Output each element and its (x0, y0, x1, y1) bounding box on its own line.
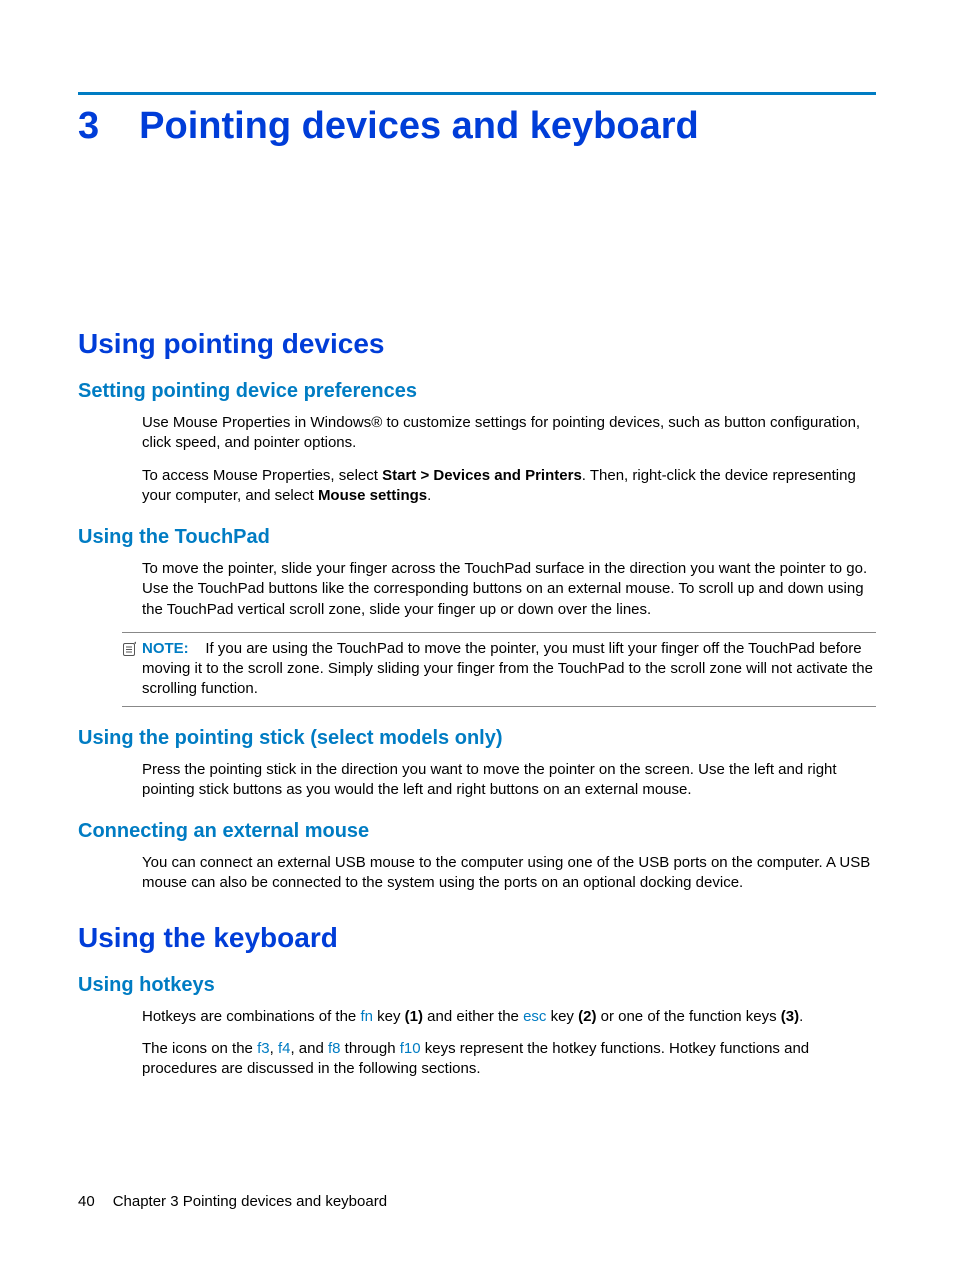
text: The icons on the (142, 1040, 257, 1057)
page-footer: 40 Chapter 3 Pointing devices and keyboar… (78, 1193, 387, 1210)
subsection-pointing-stick: Using the pointing stick (select models … (78, 727, 876, 750)
footer-text: Chapter 3 Pointing devices and keyboard (113, 1193, 387, 1210)
note-label: NOTE: (142, 640, 189, 657)
text: . (427, 487, 431, 504)
page-number: 40 (78, 1193, 95, 1210)
marker-3: (3) (781, 1008, 799, 1025)
subsection-external-mouse: Connecting an external mouse (78, 820, 876, 843)
text: , (270, 1040, 278, 1057)
paragraph: To move the pointer, slide your finger a… (142, 559, 876, 620)
subsection-setting-preferences: Setting pointing device preferences (78, 380, 876, 403)
text: If you are using the TouchPad to move th… (142, 640, 873, 698)
marker-2: (2) (578, 1008, 596, 1025)
chapter-title: Pointing devices and keyboard (139, 105, 699, 148)
key-esc: esc (523, 1008, 546, 1025)
section-using-pointing-devices: Using pointing devices (78, 328, 876, 360)
key-f3: f3 (257, 1040, 270, 1057)
paragraph: The icons on the f3, f4, and f8 through … (142, 1039, 876, 1080)
subsection-using-hotkeys: Using hotkeys (78, 974, 876, 997)
text: To access Mouse Properties, select (142, 467, 382, 484)
paragraph: You can connect an external USB mouse to… (142, 853, 876, 894)
note-text: NOTE: If you are using the TouchPad to m… (142, 639, 876, 700)
key-f8: f8 (328, 1040, 341, 1057)
text: or one of the function keys (596, 1008, 780, 1025)
key-fn: fn (360, 1008, 373, 1025)
bold-text: Start > Devices and Printers (382, 467, 582, 484)
paragraph: Hotkeys are combinations of the fn key (… (142, 1007, 876, 1027)
note-icon (122, 641, 138, 657)
text: and either the (423, 1008, 523, 1025)
text: Hotkeys are combinations of the (142, 1008, 360, 1025)
bold-text: Mouse settings (318, 487, 427, 504)
text: key (546, 1008, 578, 1025)
paragraph: To access Mouse Properties, select Start… (142, 466, 876, 507)
text: , and (290, 1040, 328, 1057)
paragraph: Press the pointing stick in the directio… (142, 760, 876, 801)
subsection-using-touchpad: Using the TouchPad (78, 526, 876, 549)
chapter-number: 3 (78, 105, 99, 148)
key-f10: f10 (400, 1040, 421, 1057)
note-block: NOTE: If you are using the TouchPad to m… (122, 632, 876, 707)
text: . (799, 1008, 803, 1025)
document-page: 3 Pointing devices and keyboard Using po… (0, 0, 954, 1270)
text: through (341, 1040, 400, 1057)
paragraph: Use Mouse Properties in Windows® to cust… (142, 413, 876, 454)
chapter-header: 3 Pointing devices and keyboard (78, 92, 876, 148)
section-using-keyboard: Using the keyboard (78, 922, 876, 954)
marker-1: (1) (405, 1008, 423, 1025)
text: key (373, 1008, 405, 1025)
key-f4: f4 (278, 1040, 291, 1057)
